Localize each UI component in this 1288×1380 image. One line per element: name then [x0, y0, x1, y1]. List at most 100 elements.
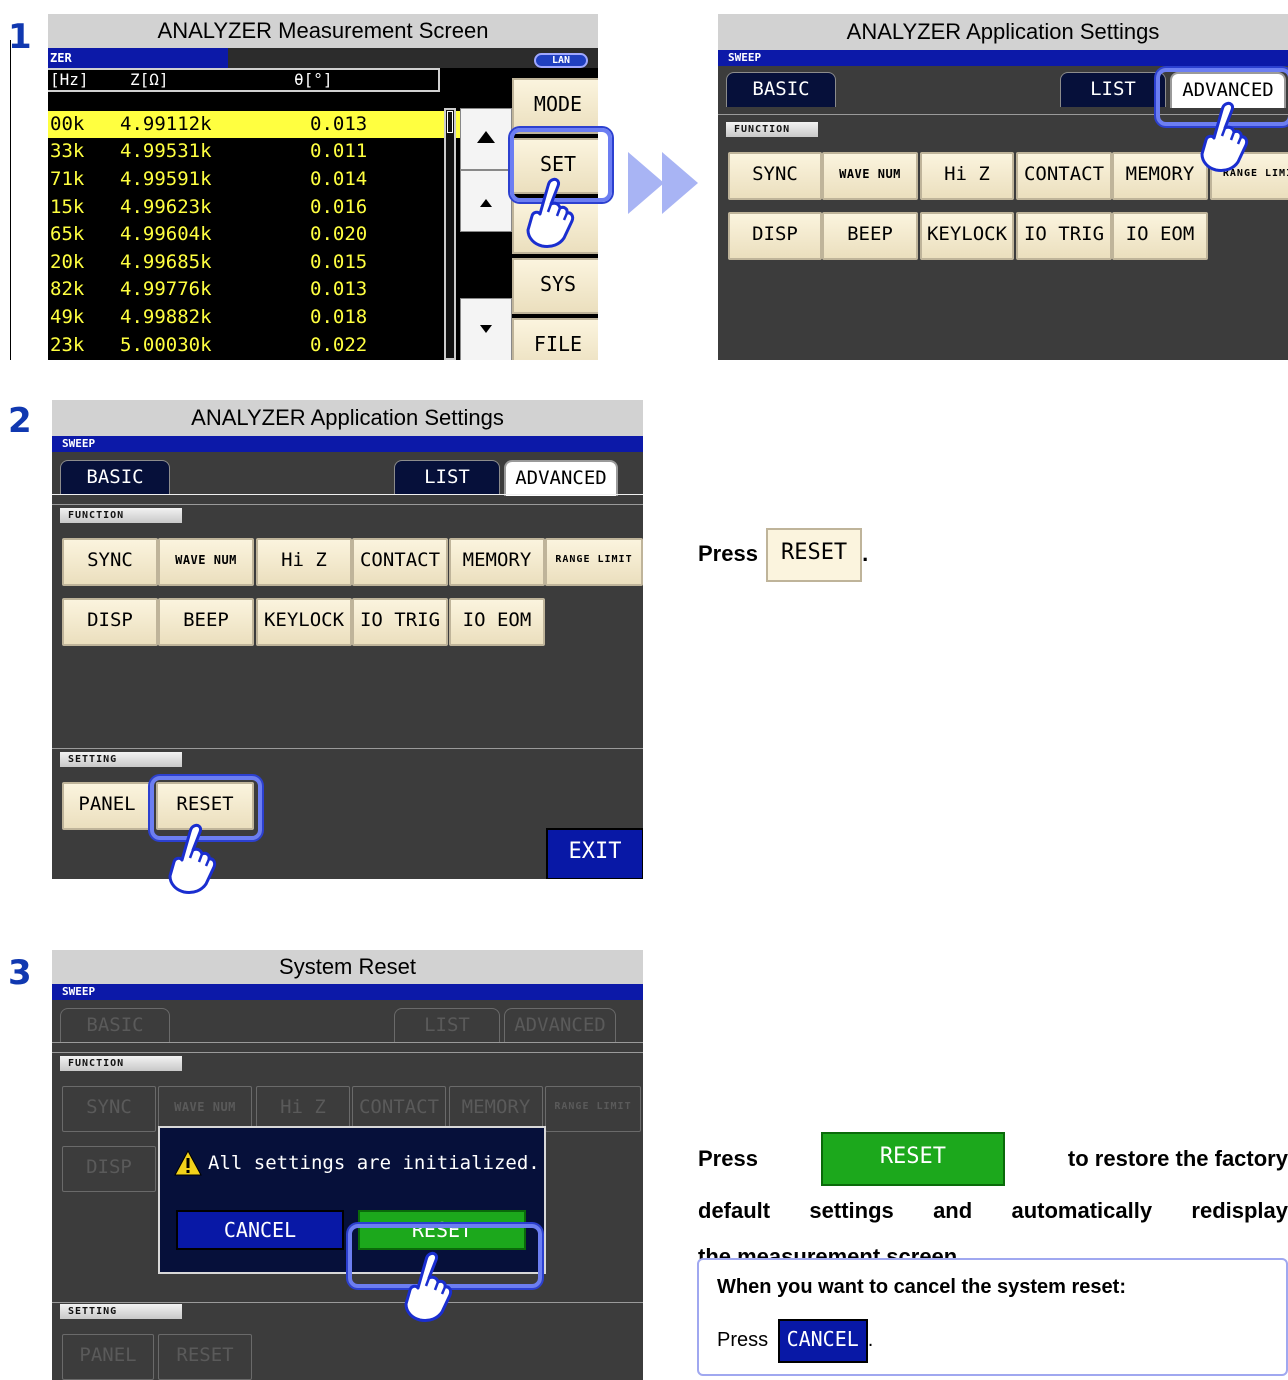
table-row[interactable]: 20k 4.99685k 0.015	[48, 249, 480, 276]
cell-z: 4.99623k	[120, 196, 212, 218]
col-theta: θ[°]	[294, 70, 333, 89]
file-button[interactable]: FILE	[512, 318, 598, 360]
io-eom-button[interactable]: IO EOM	[449, 598, 545, 646]
tab-advanced: ADVANCED	[504, 1008, 616, 1043]
table-row[interactable]: 49k 4.99882k 0.018	[48, 304, 480, 331]
memory-button[interactable]: MEMORY	[449, 538, 545, 586]
sync-button: SYNC	[62, 1086, 156, 1132]
cancel-note-box: When you want to cancel the system reset…	[697, 1258, 1288, 1376]
press-text: Press	[717, 1329, 769, 1351]
instruction-line1-rest: to restore the factory	[1067, 1146, 1288, 1171]
io-eom-button[interactable]: IO EOM	[1112, 212, 1208, 260]
note-line: Press CANCEL.	[717, 1318, 874, 1363]
table-row[interactable]: 71k 4.99591k 0.014	[48, 166, 480, 193]
contact-button[interactable]: CONTACT	[1016, 152, 1112, 200]
triangle-down-icon	[480, 325, 492, 333]
panel-button: PANEL	[62, 1334, 154, 1380]
table-row[interactable]: 23k 5.00030k 0.022	[48, 332, 480, 359]
divider	[10, 40, 11, 360]
function-label: FUNCTION	[726, 122, 818, 137]
sync-button[interactable]: SYNC	[62, 538, 158, 586]
function-label: FUNCTION	[60, 508, 182, 523]
wave-num-button[interactable]: WAVE NUM	[822, 152, 918, 200]
setting-label: SETTING	[60, 1304, 182, 1319]
measurement-screen-title: ANALYZER Measurement Screen	[48, 14, 598, 48]
tab-list[interactable]: LIST	[1060, 72, 1166, 107]
scroll-thumb[interactable]	[447, 111, 453, 133]
pointing-hand-icon	[168, 823, 217, 894]
tab-basic[interactable]: BASIC	[726, 72, 836, 107]
function-label: FUNCTION	[60, 1056, 182, 1071]
table-row[interactable]: 33k 4.99531k 0.011	[48, 138, 480, 165]
cell-freq: 00k	[50, 113, 85, 135]
tab-list: LIST	[394, 1008, 500, 1043]
cell-freq: 71k	[50, 168, 85, 190]
app-settings-title: ANALYZER Application Settings	[718, 14, 1288, 50]
page-up-button[interactable]	[460, 108, 512, 170]
step3-instruction-line1: Press RESET to restore the factory	[698, 1130, 1288, 1188]
keylock-button[interactable]: KEYLOCK	[256, 598, 352, 646]
cell-theta: 0.020	[310, 223, 368, 245]
beep-button[interactable]: BEEP	[158, 598, 254, 646]
sys-button[interactable]: SYS	[512, 258, 598, 314]
tab-list[interactable]: LIST	[394, 460, 500, 495]
mode-button[interactable]: MODE	[512, 78, 598, 134]
io-trig-button[interactable]: IO TRIG	[1016, 212, 1112, 260]
tab-basic[interactable]: BASIC	[60, 460, 170, 495]
wave-num-button[interactable]: WAVE NUM	[158, 538, 254, 586]
panel-button[interactable]: PANEL	[62, 782, 152, 830]
scroll-down-button[interactable]	[460, 298, 512, 360]
col-freq: [Hz]	[50, 70, 89, 89]
cell-freq: 15k	[50, 196, 85, 218]
table-row[interactable]: 82k 4.99776k 0.013	[48, 276, 480, 303]
sweep-strip: SWEEP	[718, 50, 1288, 66]
system-reset-screen: System Reset SWEEP BASIC LIST ADVANCED F…	[52, 950, 643, 1380]
range-limit-button: RANGE LIMIT	[545, 1086, 641, 1132]
press-text: Press	[698, 541, 758, 566]
table-row[interactable]: 15k 4.99623k 0.016	[48, 194, 480, 221]
next-arrow-icon	[628, 152, 698, 214]
cell-z: 5.00030k	[120, 334, 212, 356]
contact-button[interactable]: CONTACT	[352, 538, 448, 586]
step2-instruction: Press RESET.	[698, 528, 868, 583]
exit-button[interactable]: EXIT	[546, 828, 643, 879]
scrollbar[interactable]	[444, 108, 456, 360]
sweep-strip: SWEEP	[52, 436, 643, 452]
disp-button[interactable]: DISP	[62, 598, 158, 646]
cell-theta: 0.013	[310, 113, 368, 135]
cell-z: 4.99604k	[120, 223, 212, 245]
table-row[interactable]: 65k 4.99604k 0.020	[48, 221, 480, 248]
tab-advanced[interactable]: ADVANCED	[504, 460, 618, 496]
beep-button[interactable]: BEEP	[822, 212, 918, 260]
cell-freq: 23k	[50, 334, 85, 356]
tab-basic: BASIC	[60, 1008, 170, 1043]
triangle-up-icon	[477, 131, 495, 143]
hi-z-button[interactable]: Hi Z	[256, 538, 352, 586]
note-heading: When you want to cancel the system reset…	[717, 1276, 1126, 1298]
cell-freq: 33k	[50, 140, 85, 162]
disp-button[interactable]: DISP	[728, 212, 822, 260]
mode-label: ZER	[48, 48, 228, 68]
period-text: .	[867, 1329, 874, 1351]
hi-z-button[interactable]: Hi Z	[920, 152, 1014, 200]
sync-button[interactable]: SYNC	[728, 152, 822, 200]
pointing-hand-icon	[1200, 101, 1249, 172]
cell-z: 4.99531k	[120, 140, 212, 162]
reset-button-reference: RESET	[766, 528, 863, 583]
io-trig-button[interactable]: IO TRIG	[352, 598, 448, 646]
table-row[interactable]: 00k 4.99112k 0.013	[48, 111, 480, 138]
reset-button-reference: RESET	[820, 1132, 1005, 1186]
step-number-2: 2	[8, 401, 32, 441]
cell-theta: 0.011	[310, 140, 368, 162]
range-limit-button[interactable]: RANGE LIMIT	[545, 538, 643, 586]
cancel-button[interactable]: CANCEL	[176, 1210, 344, 1250]
cell-freq: 82k	[50, 278, 85, 300]
scroll-up-button[interactable]	[460, 170, 512, 232]
instruction-line2: default settings and automatically redis…	[698, 1198, 1288, 1223]
cell-z: 4.99591k	[120, 168, 212, 190]
cell-theta: 0.022	[310, 334, 368, 356]
cell-freq: 49k	[50, 306, 85, 328]
app-settings-screen: ANALYZER Application Settings SWEEP BASI…	[52, 400, 643, 879]
keylock-button[interactable]: KEYLOCK	[920, 212, 1014, 260]
disp-button: DISP	[62, 1146, 156, 1192]
